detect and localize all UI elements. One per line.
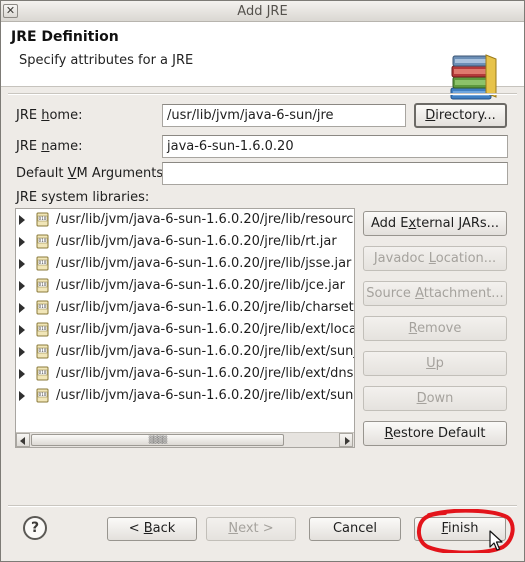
scroll-right-button[interactable]	[339, 433, 353, 447]
svg-text:010: 010	[39, 216, 47, 221]
arrow-right-icon	[345, 437, 350, 445]
next-button[interactable]: Next >	[206, 517, 296, 541]
remove-button[interactable]: Remove	[363, 316, 507, 341]
library-path: /usr/lib/jvm/java-6-sun-1.6.0.20/jre/lib…	[56, 344, 354, 359]
expand-arrow-icon[interactable]	[19, 281, 25, 291]
library-path: /usr/lib/jvm/java-6-sun-1.6.0.20/jre/lib…	[56, 300, 355, 315]
library-path: /usr/lib/jvm/java-6-sun-1.6.0.20/jre/lib…	[56, 366, 354, 381]
jar-icon: 010	[36, 300, 49, 315]
library-path: /usr/lib/jvm/java-6-sun-1.6.0.20/jre/lib…	[56, 234, 337, 249]
library-row[interactable]: 010 /usr/lib/jvm/java-6-sun-1.6.0.20/jre…	[16, 231, 354, 253]
svg-text:010: 010	[39, 348, 47, 353]
library-path: /usr/lib/jvm/java-6-sun-1.6.0.20/jre/lib…	[56, 278, 346, 293]
svg-text:010: 010	[39, 260, 47, 265]
library-path: /usr/lib/jvm/java-6-sun-1.6.0.20/jre/lib…	[56, 212, 354, 227]
back-button[interactable]: < Back	[107, 517, 197, 541]
page-title: JRE Definition	[11, 29, 119, 45]
library-row[interactable]: 010 /usr/lib/jvm/java-6-sun-1.6.0.20/jre…	[16, 341, 354, 363]
header-separator	[8, 93, 517, 95]
horizontal-scrollbar[interactable]: ▒▒▒▒	[16, 432, 354, 447]
help-icon[interactable]: ?	[23, 516, 47, 540]
jar-icon: 010	[36, 388, 49, 403]
svg-text:010: 010	[39, 392, 47, 397]
expand-arrow-icon[interactable]	[19, 325, 25, 335]
jar-icon: 010	[36, 212, 49, 227]
finish-button[interactable]: Finish	[414, 517, 506, 541]
add-external-jars-button[interactable]: Add External JARs...	[363, 211, 507, 236]
expand-arrow-icon[interactable]	[19, 303, 25, 313]
expand-arrow-icon[interactable]	[19, 259, 25, 269]
library-row[interactable]: 010 /usr/lib/jvm/java-6-sun-1.6.0.20/jre…	[16, 363, 354, 385]
expand-arrow-icon[interactable]	[19, 215, 25, 225]
window-title: Add JRE	[237, 4, 288, 19]
svg-text:010: 010	[39, 238, 47, 243]
javadoc-location-button[interactable]: Javadoc Location...	[363, 246, 507, 271]
library-row[interactable]: 010 /usr/lib/jvm/java-6-sun-1.6.0.20/jre…	[16, 297, 354, 319]
jar-icon: 010	[36, 322, 49, 337]
library-row[interactable]: 010 /usr/lib/jvm/java-6-sun-1.6.0.20/jre…	[16, 275, 354, 297]
jre-name-input[interactable]: java-6-sun-1.6.0.20	[162, 135, 508, 158]
jre-home-label: JRE home:	[16, 108, 83, 123]
jre-home-input[interactable]: /usr/lib/jvm/java-6-sun/jre	[162, 104, 406, 127]
footer-separator	[8, 505, 517, 507]
expand-arrow-icon[interactable]	[19, 237, 25, 247]
library-path: /usr/lib/jvm/java-6-sun-1.6.0.20/jre/lib…	[56, 256, 352, 271]
down-button[interactable]: Down	[363, 386, 507, 411]
cancel-button[interactable]: Cancel	[309, 517, 401, 541]
svg-text:010: 010	[39, 304, 47, 309]
arrow-left-icon	[20, 437, 25, 445]
expand-arrow-icon[interactable]	[19, 347, 25, 357]
expand-arrow-icon[interactable]	[19, 369, 25, 379]
library-path: /usr/lib/jvm/java-6-sun-1.6.0.20/jre/lib…	[56, 388, 354, 403]
close-window-button[interactable]: ✕	[3, 4, 18, 18]
library-row[interactable]: 010 /usr/lib/jvm/java-6-sun-1.6.0.20/jre…	[16, 385, 354, 407]
source-attachment-button[interactable]: Source Attachment...	[363, 281, 507, 306]
wizard-header: JRE Definition Specify attributes for a …	[1, 22, 524, 100]
page-subtitle: Specify attributes for a JRE	[19, 53, 194, 68]
expand-arrow-icon[interactable]	[19, 391, 25, 401]
svg-text:010: 010	[39, 282, 47, 287]
libraries-tree[interactable]: 010 /usr/lib/jvm/java-6-sun-1.6.0.20/jre…	[15, 208, 355, 448]
scroll-left-button[interactable]	[16, 433, 30, 447]
jre-name-label: JRE name:	[16, 139, 83, 154]
title-bar: Add JRE	[1, 1, 524, 22]
library-row[interactable]: 010 /usr/lib/jvm/java-6-sun-1.6.0.20/jre…	[16, 319, 354, 341]
directory-button[interactable]: Directory...	[414, 103, 507, 128]
jar-icon: 010	[36, 234, 49, 249]
jar-icon: 010	[36, 344, 49, 359]
jar-icon: 010	[36, 366, 49, 381]
library-row[interactable]: 010 /usr/lib/jvm/java-6-sun-1.6.0.20/jre…	[16, 209, 354, 231]
restore-default-button[interactable]: Restore Default	[363, 421, 507, 446]
vm-arguments-input[interactable]	[162, 162, 508, 185]
scrollbar-thumb[interactable]: ▒▒▒▒	[31, 434, 284, 446]
library-path: /usr/lib/jvm/java-6-sun-1.6.0.20/jre/lib…	[56, 322, 354, 337]
vm-arguments-label: Default VM Arguments:	[16, 166, 168, 181]
svg-text:010: 010	[39, 370, 47, 375]
library-row[interactable]: 010 /usr/lib/jvm/java-6-sun-1.6.0.20/jre…	[16, 253, 354, 275]
system-libraries-label: JRE system libraries:	[16, 190, 150, 205]
jar-icon: 010	[36, 256, 49, 271]
svg-text:010: 010	[39, 326, 47, 331]
up-button[interactable]: Up	[363, 351, 507, 376]
jar-icon: 010	[36, 278, 49, 293]
